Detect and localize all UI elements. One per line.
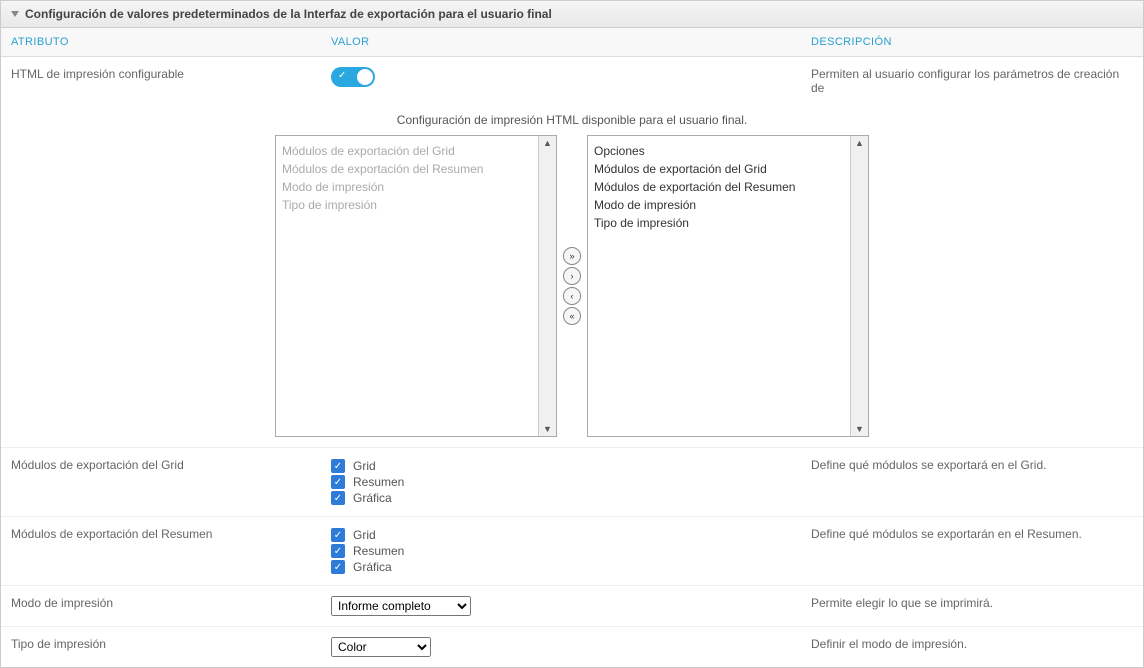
desc-grid-modules: Define qué módulos se exportará en el Gr… <box>801 456 1143 508</box>
list-item[interactable]: Módulos de exportación del Grid <box>280 142 534 160</box>
checkbox-res-grid[interactable]: ✓ <box>331 528 345 542</box>
scroll-up-icon[interactable]: ▲ <box>543 136 552 150</box>
list-item[interactable]: Modo de impresión <box>280 178 534 196</box>
list-item[interactable]: Tipo de impresión <box>592 214 846 232</box>
scrollbar[interactable]: ▲ ▼ <box>538 136 556 436</box>
attr-resumen-modules: Módulos de exportación del Resumen <box>1 525 321 577</box>
available-listbox[interactable]: Módulos de exportación del Grid Módulos … <box>275 135 557 437</box>
checkbox-label: Resumen <box>353 544 404 558</box>
attr-html-configurable: HTML de impresión configurable <box>1 65 321 97</box>
toggle-knob <box>357 69 373 85</box>
checkbox-label: Grid <box>353 459 376 473</box>
desc-modo-impresion: Permite elegir lo que se imprimirá. <box>801 594 1143 618</box>
scroll-down-icon[interactable]: ▼ <box>855 422 864 436</box>
attr-tipo-impresion: Tipo de impresión <box>1 635 321 659</box>
checkbox-label: Gráfica <box>353 491 392 505</box>
move-all-left-button[interactable]: « <box>563 307 581 325</box>
selected-listbox[interactable]: Opciones Módulos de exportación del Grid… <box>587 135 869 437</box>
scroll-down-icon[interactable]: ▼ <box>543 422 552 436</box>
checkbox-grid-grafica[interactable]: ✓ <box>331 491 345 505</box>
list-item[interactable]: Módulos de exportación del Resumen <box>280 160 534 178</box>
list-group-header[interactable]: Opciones <box>592 142 846 160</box>
checkbox-label: Resumen <box>353 475 404 489</box>
header-valor: VALOR <box>321 28 801 56</box>
checkbox-res-grafica[interactable]: ✓ <box>331 560 345 574</box>
checkbox-res-resumen[interactable]: ✓ <box>331 544 345 558</box>
panel-header[interactable]: Configuración de valores predeterminados… <box>1 1 1143 28</box>
select-tipo-impresion[interactable]: Color <box>331 637 431 657</box>
list-item[interactable]: Módulos de exportación del Grid <box>592 160 846 178</box>
desc-tipo-impresion: Definir el modo de impresión. <box>801 635 1143 659</box>
checkbox-grid-grid[interactable]: ✓ <box>331 459 345 473</box>
list-item[interactable]: Módulos de exportación del Resumen <box>592 178 846 196</box>
move-right-button[interactable]: › <box>563 267 581 285</box>
header-descripcion: DESCRIPCIÓN <box>801 28 1143 56</box>
checkbox-label: Grid <box>353 528 376 542</box>
select-modo-impresion[interactable]: Informe completo <box>331 596 471 616</box>
column-headers: ATRIBUTO VALOR DESCRIPCIÓN <box>1 28 1143 57</box>
checkbox-label: Gráfica <box>353 560 392 574</box>
desc-html-configurable: Permiten al usuario configurar los parám… <box>801 65 1143 97</box>
scrollbar[interactable]: ▲ ▼ <box>850 136 868 436</box>
panel-title: Configuración de valores predeterminados… <box>25 7 552 21</box>
dual-list-title: Configuración de impresión HTML disponib… <box>1 113 1143 127</box>
attr-modo-impresion: Modo de impresión <box>1 594 321 618</box>
list-item[interactable]: Modo de impresión <box>592 196 846 214</box>
list-item[interactable]: Tipo de impresión <box>280 196 534 214</box>
desc-resumen-modules: Define qué módulos se exportarán en el R… <box>801 525 1143 577</box>
checkbox-grid-resumen[interactable]: ✓ <box>331 475 345 489</box>
move-all-right-button[interactable]: » <box>563 247 581 265</box>
move-left-button[interactable]: ‹ <box>563 287 581 305</box>
header-atributo: ATRIBUTO <box>1 28 321 56</box>
check-icon: ✓ <box>338 70 346 81</box>
attr-grid-modules: Módulos de exportación del Grid <box>1 456 321 508</box>
scroll-up-icon[interactable]: ▲ <box>855 136 864 150</box>
toggle-html-configurable[interactable]: ✓ <box>331 67 375 87</box>
collapse-caret-icon[interactable] <box>11 11 19 17</box>
